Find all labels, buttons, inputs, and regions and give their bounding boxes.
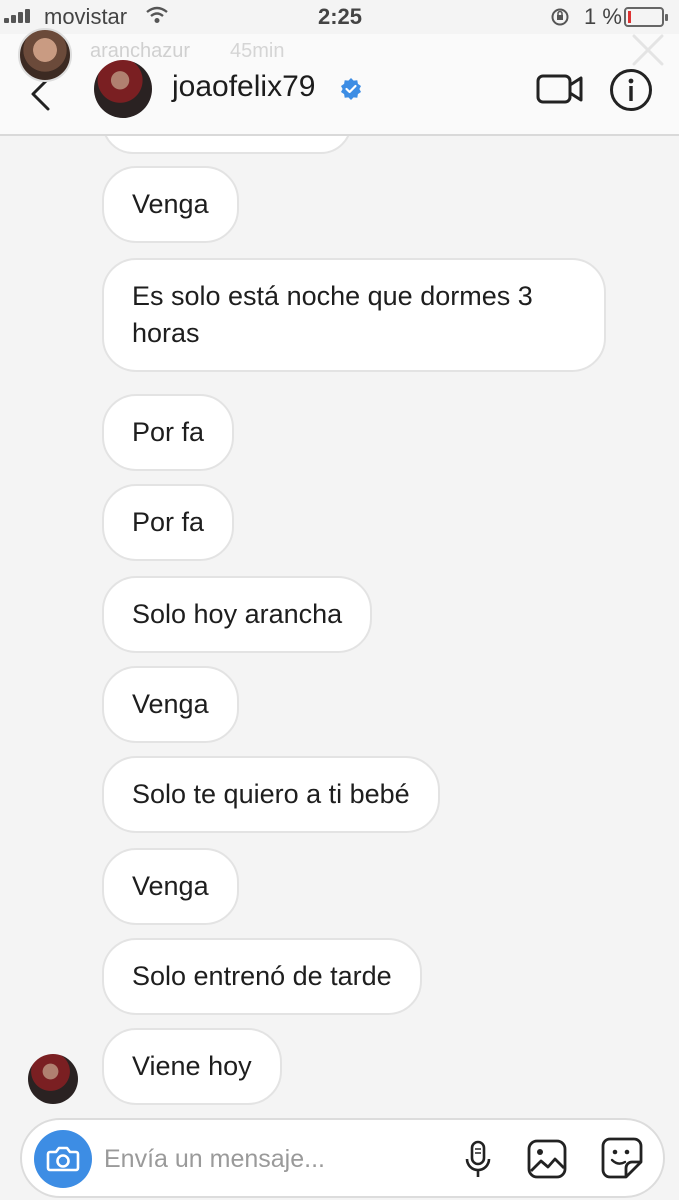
message-bubble: Venga (102, 666, 239, 743)
info-icon[interactable] (609, 68, 653, 112)
message-bubble: Viene hoy (102, 1028, 282, 1105)
message-text: Venga (132, 871, 209, 901)
video-call-icon[interactable] (536, 72, 584, 106)
message-bubble: Solo entrenó de tarde (102, 938, 422, 1015)
verified-badge-icon (341, 78, 361, 100)
message-bubble: Es solo está noche que dormes 3 horas (102, 258, 606, 372)
camera-icon (46, 1146, 80, 1172)
message-thread[interactable]: Venga Es solo está noche que dormes 3 ho… (0, 136, 679, 1112)
message-bubble: Por fa (102, 394, 235, 471)
avatar[interactable] (94, 60, 152, 118)
sender-avatar[interactable] (28, 1054, 78, 1104)
signal-icon (4, 9, 30, 23)
message-bubble: Solo te quiero a ti bebé (102, 756, 440, 833)
sticker-icon[interactable] (600, 1136, 644, 1180)
message-text: Solo hoy arancha (132, 599, 343, 629)
message-text: Venga (132, 689, 209, 719)
orientation-lock-icon (551, 8, 569, 26)
battery-icon (624, 7, 668, 27)
carrier-name: movistar (44, 4, 128, 29)
close-icon[interactable] (630, 32, 666, 68)
message-composer (20, 1118, 665, 1198)
status-bar: movistar 2:25 1 % (0, 0, 679, 34)
clock: 2:25 (318, 4, 363, 29)
camera-button[interactable] (34, 1130, 92, 1188)
story-avatar (18, 28, 72, 82)
message-bubble: Venga (102, 848, 239, 925)
battery-percent: 1 % (584, 4, 622, 29)
message-text: Venga (132, 189, 209, 219)
gallery-icon[interactable] (526, 1138, 568, 1180)
wifi-icon (146, 6, 168, 23)
message-text: Solo te quiero a ti bebé (132, 779, 410, 809)
story-username: aranchazur (90, 40, 191, 62)
story-time: 45min (230, 40, 285, 62)
message-bubble: Por fa (102, 484, 235, 561)
message-bubble: Venga (102, 166, 239, 243)
message-text: Solo entrenó de tarde (132, 961, 392, 991)
message-text: Es solo está noche que dormes 3 horas (132, 281, 533, 348)
message-input[interactable] (104, 1140, 374, 1178)
chat-username[interactable]: joaofelix79 (172, 70, 315, 104)
message-bubble-partial (102, 136, 352, 154)
microphone-icon[interactable] (464, 1140, 492, 1180)
message-text: Viene hoy (132, 1051, 252, 1081)
message-bubble: Solo hoy arancha (102, 576, 373, 653)
message-text: Por fa (132, 507, 205, 537)
message-text: Por fa (132, 417, 205, 447)
